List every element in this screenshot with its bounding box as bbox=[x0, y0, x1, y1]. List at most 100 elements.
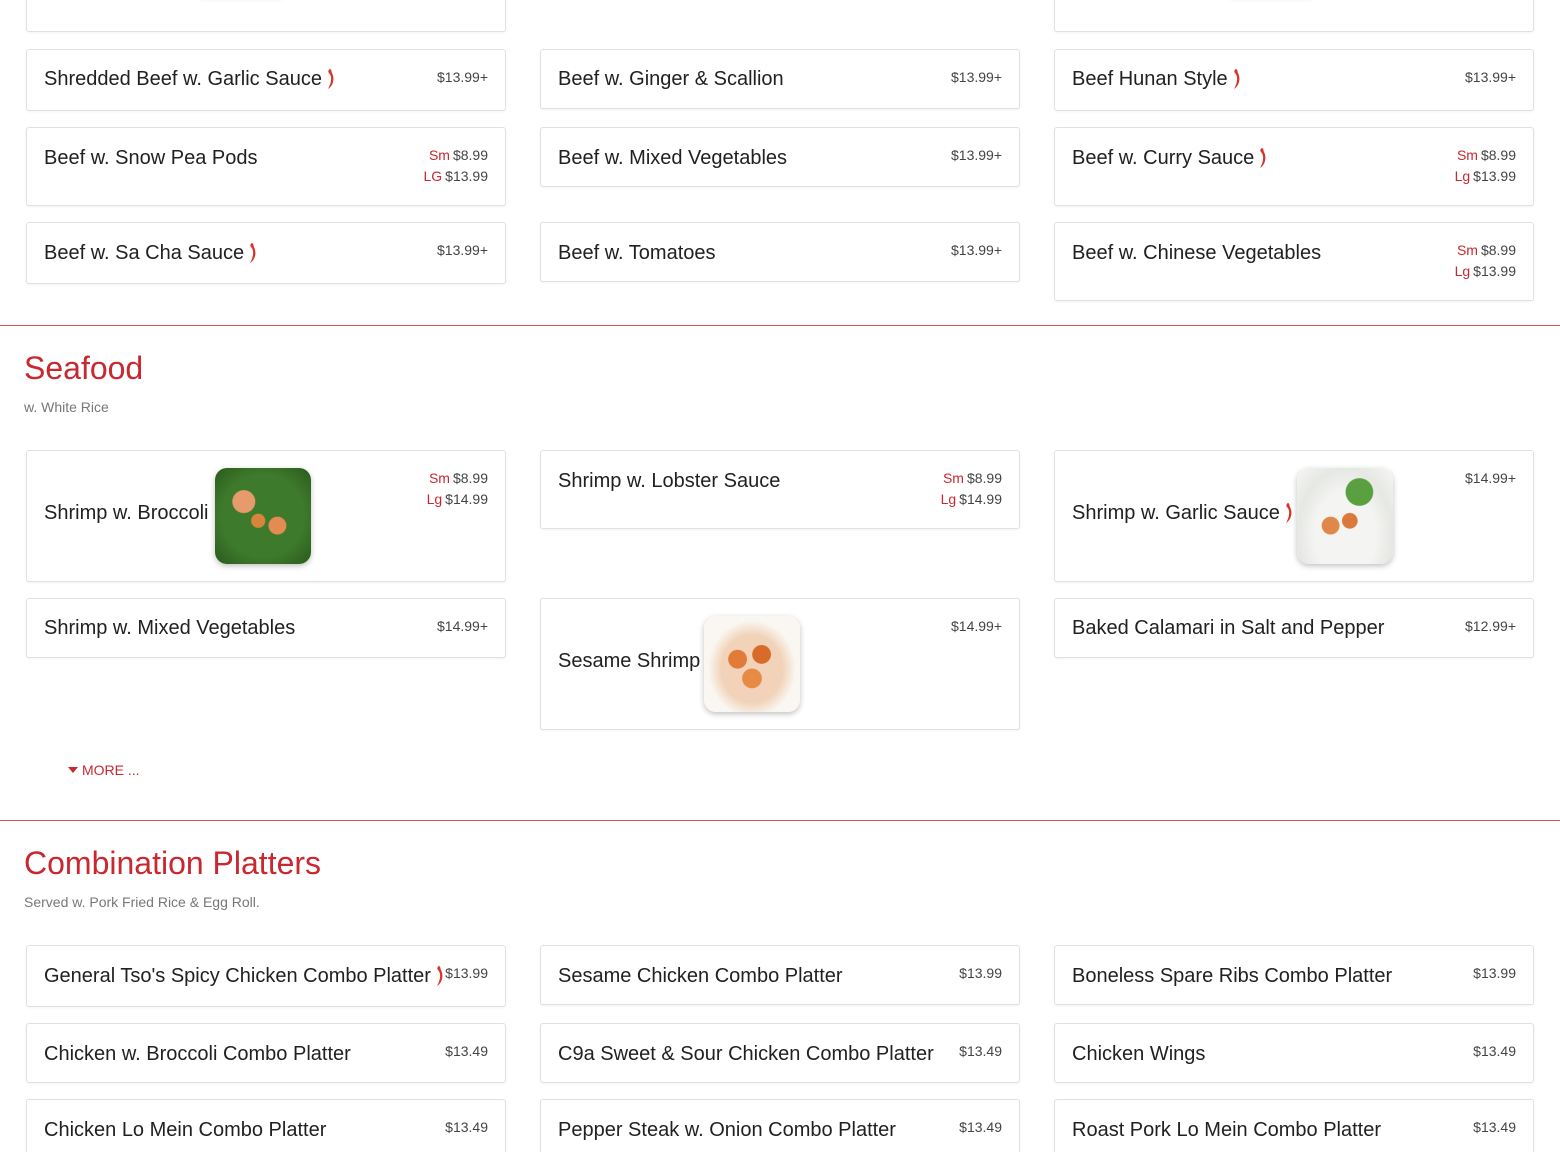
spicy-pepper-icon bbox=[250, 243, 256, 263]
item-price: $13.99 bbox=[959, 965, 1002, 981]
item-name: Pepper Steak w. Onion Combo Platter bbox=[558, 1119, 896, 1141]
menu-item-card[interactable] bbox=[26, 0, 506, 32]
item-name: Shrimp w. Lobster Sauce bbox=[558, 470, 781, 492]
section-title: Seafood bbox=[24, 350, 144, 386]
menu-item-card[interactable]: Boneless Spare Ribs Combo Platter $13.99 bbox=[1054, 945, 1534, 1005]
item-price: $13.99+ bbox=[951, 242, 1002, 258]
item-name: Chicken Lo Mein Combo Platter bbox=[44, 1119, 327, 1141]
menu-item-card[interactable]: Roast Pork Lo Mein Combo Platter $13.49 bbox=[1054, 1099, 1534, 1152]
menu-item-card[interactable]: Beef w. Curry Sauce Sm $8.99 Lg $13.99 bbox=[1054, 127, 1534, 206]
size-label: Sm bbox=[428, 470, 450, 486]
item-name: Shrimp w. Garlic Sauce bbox=[1072, 501, 1293, 525]
item-name: Sesame Chicken Combo Platter bbox=[558, 965, 843, 987]
item-name: Roast Pork Lo Mein Combo Platter bbox=[1072, 1119, 1382, 1141]
item-name: Shrimp w. Broccoli bbox=[44, 502, 209, 524]
menu-item-card[interactable]: Beef w. Snow Pea Pods Sm $8.99 LG $13.99 bbox=[26, 127, 506, 206]
menu-item-card[interactable]: Shrimp w. Garlic Sauce $14.99+ bbox=[1054, 450, 1534, 582]
size-label: Sm bbox=[1456, 242, 1478, 258]
spicy-pepper-icon bbox=[436, 966, 443, 986]
item-price: Sm $8.99 Lg $14.99 bbox=[426, 470, 488, 507]
item-price: Sm $8.99 Lg $13.99 bbox=[1454, 147, 1516, 184]
size-label: LG bbox=[423, 168, 443, 184]
section-subtitle: Served w. Pork Fried Rice & Egg Roll. bbox=[24, 894, 260, 910]
spicy-pepper-icon bbox=[327, 69, 334, 89]
menu-item-card[interactable]: Shrimp w. Lobster Sauce Sm $8.99 Lg $14.99 bbox=[540, 450, 1020, 529]
item-price: $13.99+ bbox=[437, 242, 488, 258]
caret-down-icon bbox=[68, 767, 78, 773]
menu-item-card[interactable]: Chicken w. Broccoli Combo Platter $13.49 bbox=[26, 1023, 506, 1083]
item-name: Chicken w. Broccoli Combo Platter bbox=[44, 1043, 351, 1065]
item-price: $13.99 bbox=[445, 965, 488, 981]
item-name: Sesame Shrimp bbox=[558, 650, 701, 672]
item-name: Beef w. Tomatoes bbox=[558, 242, 716, 264]
item-price: $13.49 bbox=[445, 1119, 488, 1135]
item-price: $13.49 bbox=[959, 1043, 1002, 1059]
item-price: $13.49 bbox=[445, 1043, 488, 1059]
section-subtitle: w. White Rice bbox=[24, 399, 109, 415]
item-price: $13.99+ bbox=[437, 69, 488, 85]
item-name: Beef w. Mixed Vegetables bbox=[558, 147, 788, 169]
spicy-pepper-icon bbox=[1233, 69, 1240, 89]
item-name: C9a Sweet & Sour Chicken Combo Platter bbox=[558, 1043, 934, 1065]
section-divider bbox=[0, 325, 1560, 326]
menu-item-card[interactable]: Beef Hunan Style $13.99+ bbox=[1054, 49, 1534, 111]
menu-item-card[interactable]: Beef w. Sa Cha Sauce $13.99+ bbox=[26, 222, 506, 284]
menu-item-card[interactable]: Baked Calamari in Salt and Pepper $12.99… bbox=[1054, 598, 1534, 658]
item-name: Beef w. Ginger & Scallion bbox=[558, 68, 784, 90]
item-price: Sm $8.99 Lg $13.99 bbox=[1454, 242, 1516, 279]
menu-item-card[interactable] bbox=[1054, 0, 1534, 32]
food-thumbnail bbox=[1297, 468, 1393, 564]
menu-item-card[interactable]: Sesame Shrimp $14.99+ bbox=[540, 598, 1020, 730]
size-label: Lg bbox=[1454, 263, 1471, 279]
size-label: Sm bbox=[428, 147, 450, 163]
size-label: Lg bbox=[1454, 168, 1471, 184]
section-divider bbox=[0, 820, 1560, 821]
item-price: $14.99+ bbox=[437, 618, 488, 634]
menu-item-card[interactable]: Beef w. Tomatoes $13.99+ bbox=[540, 222, 1020, 282]
menu-item-card[interactable]: Pepper Steak w. Onion Combo Platter $13.… bbox=[540, 1099, 1020, 1152]
item-price: $12.99+ bbox=[1465, 618, 1516, 634]
more-button[interactable]: MORE ... bbox=[68, 762, 140, 778]
menu-item-card[interactable]: Beef w. Mixed Vegetables $13.99+ bbox=[540, 127, 1020, 187]
size-label: Lg bbox=[940, 491, 957, 507]
menu-item-card[interactable]: Shrimp w. Mixed Vegetables $14.99+ bbox=[26, 598, 506, 658]
menu-item-card[interactable]: Shrimp w. Broccoli Sm $8.99 Lg $14.99 bbox=[26, 450, 506, 582]
item-price: $14.99+ bbox=[1465, 470, 1516, 486]
item-name: Beef w. Chinese Vegetables bbox=[1072, 242, 1322, 264]
item-price: $13.49 bbox=[1473, 1119, 1516, 1135]
spicy-pepper-icon bbox=[1285, 503, 1292, 523]
item-price: $13.99+ bbox=[951, 147, 1002, 163]
food-thumbnail bbox=[215, 468, 311, 564]
item-name: Beef Hunan Style bbox=[1072, 67, 1241, 91]
section-title: Combination Platters bbox=[24, 845, 322, 881]
item-name: Shrimp w. Mixed Vegetables bbox=[44, 617, 296, 639]
menu-item-card[interactable]: Chicken Lo Mein Combo Platter $13.49 bbox=[26, 1099, 506, 1152]
size-label: Sm bbox=[1456, 147, 1478, 163]
item-price: $13.99 bbox=[1473, 965, 1516, 981]
menu-item-card[interactable]: Sesame Chicken Combo Platter $13.99 bbox=[540, 945, 1020, 1005]
item-price: $13.49 bbox=[1473, 1043, 1516, 1059]
menu-item-card[interactable]: Shredded Beef w. Garlic Sauce $13.99+ bbox=[26, 49, 506, 111]
item-name: Shredded Beef w. Garlic Sauce bbox=[44, 67, 335, 91]
item-price: Sm $8.99 Lg $14.99 bbox=[940, 470, 1002, 507]
size-label: Lg bbox=[426, 491, 443, 507]
item-name: General Tso's Spicy Chicken Combo Platte… bbox=[44, 964, 444, 988]
menu-item-card[interactable]: Beef w. Chinese Vegetables Sm $8.99 Lg $13… bbox=[1054, 222, 1534, 301]
item-name: Baked Calamari in Salt and Pepper bbox=[1072, 617, 1385, 639]
item-price: $13.49 bbox=[959, 1119, 1002, 1135]
size-label: Sm bbox=[942, 470, 964, 486]
menu-item-card[interactable]: Chicken Wings $13.49 bbox=[1054, 1023, 1534, 1083]
item-name: Chicken Wings bbox=[1072, 1043, 1206, 1065]
item-name: Beef w. Snow Pea Pods bbox=[44, 147, 258, 169]
item-name: Boneless Spare Ribs Combo Platter bbox=[1072, 965, 1393, 987]
item-price: $13.99+ bbox=[951, 69, 1002, 85]
menu-item-card[interactable]: Beef w. Ginger & Scallion $13.99+ bbox=[540, 49, 1020, 109]
item-price: Sm $8.99 LG $13.99 bbox=[423, 147, 488, 184]
menu-item-card[interactable]: C9a Sweet & Sour Chicken Combo Platter $… bbox=[540, 1023, 1020, 1083]
item-price: $13.99+ bbox=[1465, 69, 1516, 85]
item-name: Beef w. Sa Cha Sauce bbox=[44, 241, 257, 265]
item-price: $14.99+ bbox=[951, 618, 1002, 634]
spicy-pepper-icon bbox=[1260, 148, 1266, 168]
item-name: Beef w. Curry Sauce bbox=[1072, 146, 1267, 170]
menu-item-card[interactable]: General Tso's Spicy Chicken Combo Platte… bbox=[26, 945, 506, 1007]
